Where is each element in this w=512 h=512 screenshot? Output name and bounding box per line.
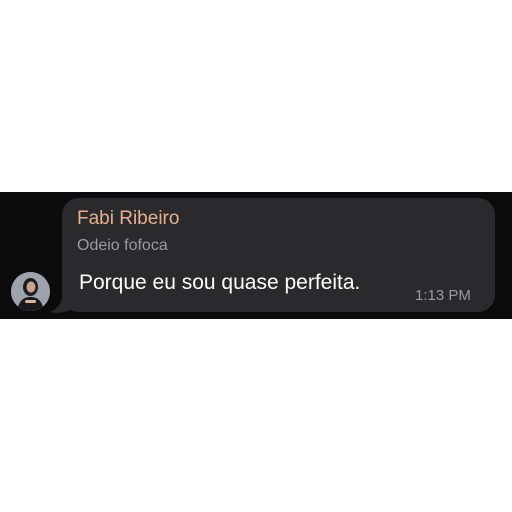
avatar-photo bbox=[11, 272, 50, 311]
screenshot-page: Fabi Ribeiro Odeio fofoca Porque eu sou … bbox=[0, 0, 512, 512]
sender-avatar[interactable] bbox=[11, 272, 50, 311]
sender-status: Odeio fofoca bbox=[77, 237, 168, 254]
sender-name[interactable]: Fabi Ribeiro bbox=[77, 208, 179, 230]
message-timestamp: 1:13 PM bbox=[415, 287, 471, 304]
message-text: Porque eu sou quase perfeita. bbox=[79, 271, 361, 294]
